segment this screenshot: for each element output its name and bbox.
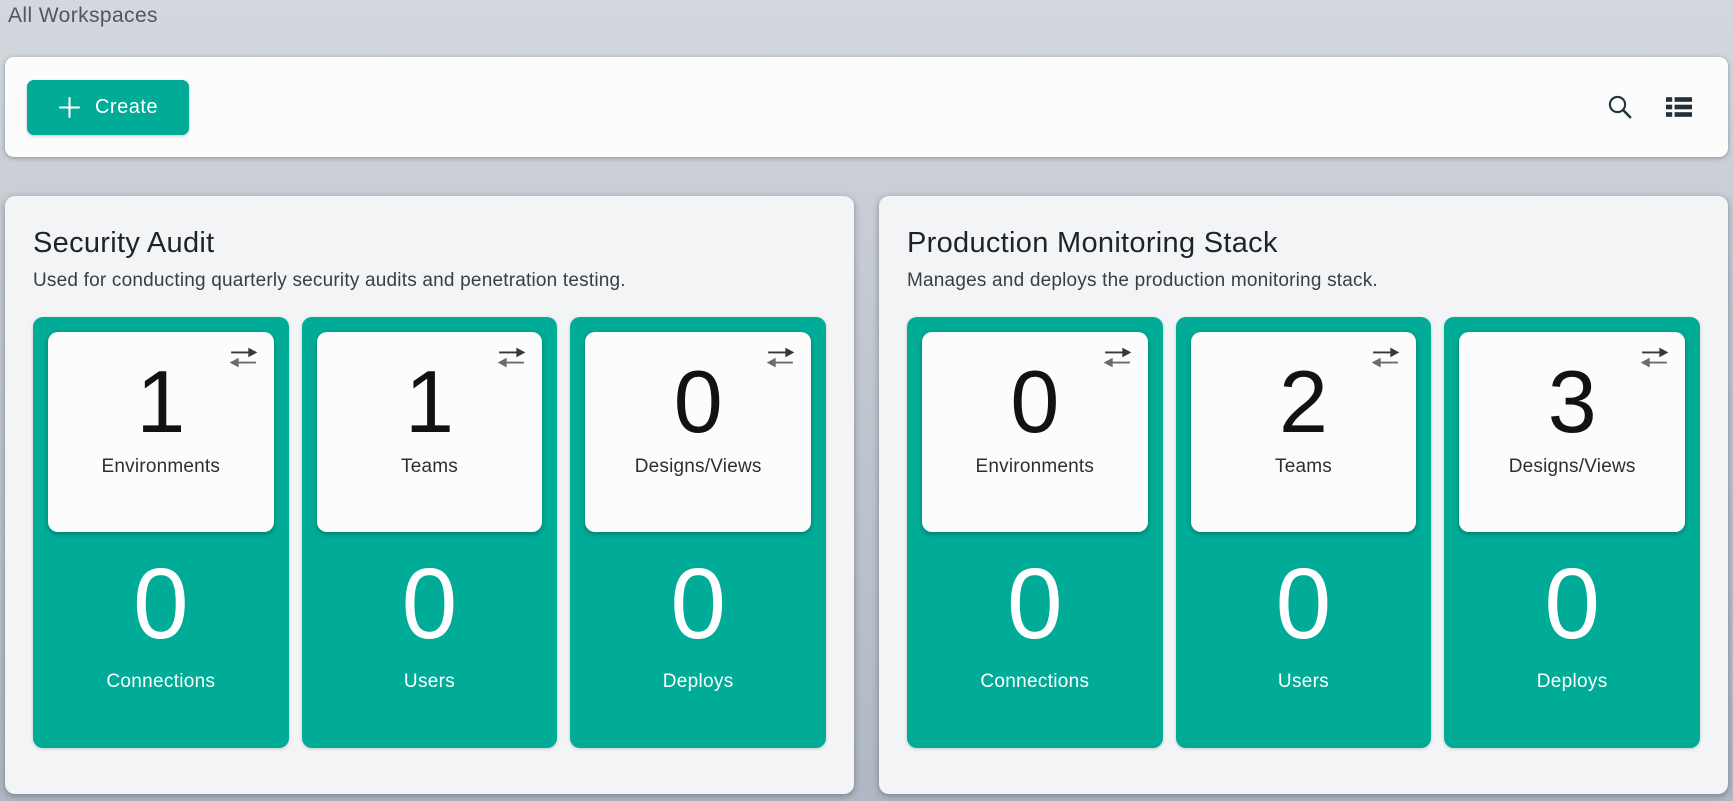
workspace-description: Manages and deploys the production monit… [907, 270, 1700, 293]
view-list-icon [1664, 95, 1694, 119]
stat-bottom-section: 0 Connections [48, 532, 274, 693]
stat-bottom-label: Deploys [1459, 671, 1685, 693]
stat-bottom-section: 0 Deploys [585, 532, 811, 693]
workspace-name: Production Monitoring Stack [907, 226, 1700, 261]
stat-top-value: 0 [585, 358, 811, 446]
stat-top-card[interactable]: 1 Environments [48, 332, 274, 532]
swap-horizontal-icon[interactable] [1641, 347, 1668, 368]
stat-column[interactable]: 1 Teams 0 Users [302, 317, 558, 748]
workspaces-page: All Workspaces Create [0, 0, 1733, 794]
swap-horizontal-icon[interactable] [1372, 347, 1399, 368]
stat-bottom-value: 0 [48, 554, 274, 654]
swap-horizontal-icon[interactable] [1104, 347, 1131, 368]
stat-bottom-section: 0 Users [317, 532, 543, 693]
stat-bottom-value: 0 [1191, 554, 1417, 654]
search-button[interactable] [1602, 89, 1638, 125]
stat-bottom-value: 0 [317, 554, 543, 654]
stat-top-value: 3 [1459, 358, 1685, 446]
swap-horizontal-icon[interactable] [767, 347, 794, 368]
stat-column[interactable]: 2 Teams 0 Users [1176, 317, 1432, 748]
stat-bottom-section: 0 Deploys [1459, 532, 1685, 693]
workspace-cards-row: Security Audit Used for conducting quart… [5, 196, 1728, 794]
stat-top-card[interactable]: 0 Environments [922, 332, 1148, 532]
stat-top-label: Teams [1191, 456, 1417, 478]
toolbar: Create [5, 57, 1728, 157]
stat-top-value: 1 [48, 358, 274, 446]
create-button-label: Create [95, 96, 158, 119]
create-button[interactable]: Create [27, 80, 189, 135]
stat-top-value: 0 [922, 358, 1148, 446]
stat-bottom-value: 0 [922, 554, 1148, 654]
stat-column[interactable]: 1 Environments 0 Connections [33, 317, 289, 748]
stat-top-label: Environments [922, 456, 1148, 478]
stat-bottom-value: 0 [585, 554, 811, 654]
stat-bottom-label: Connections [922, 671, 1148, 693]
stats-grid: 1 Environments 0 Connections 1 Teams [33, 317, 826, 748]
stat-bottom-label: Connections [48, 671, 274, 693]
page-title: All Workspaces [5, 3, 1728, 29]
workspace-name: Security Audit [33, 226, 826, 261]
stat-bottom-section: 0 Users [1191, 532, 1417, 693]
stat-bottom-label: Users [1191, 671, 1417, 693]
stat-top-card[interactable]: 2 Teams [1191, 332, 1417, 532]
stat-top-label: Environments [48, 456, 274, 478]
swap-horizontal-icon[interactable] [230, 347, 257, 368]
search-icon [1606, 93, 1634, 121]
stat-top-value: 2 [1191, 358, 1417, 446]
stat-top-label: Designs/Views [1459, 456, 1685, 478]
stat-column[interactable]: 3 Designs/Views 0 Deploys [1444, 317, 1700, 748]
stat-bottom-label: Users [317, 671, 543, 693]
stats-grid: 0 Environments 0 Connections 2 Teams [907, 317, 1700, 748]
stat-bottom-value: 0 [1459, 554, 1685, 654]
view-list-button[interactable] [1660, 91, 1698, 123]
workspace-card: Security Audit Used for conducting quart… [5, 196, 854, 794]
workspace-description: Used for conducting quarterly security a… [33, 270, 826, 293]
stat-top-label: Teams [317, 456, 543, 478]
stat-bottom-label: Deploys [585, 671, 811, 693]
stat-top-card[interactable]: 1 Teams [317, 332, 543, 532]
workspace-card: Production Monitoring Stack Manages and … [879, 196, 1728, 794]
stat-top-label: Designs/Views [585, 456, 811, 478]
stat-top-card[interactable]: 3 Designs/Views [1459, 332, 1685, 532]
stat-top-value: 1 [317, 358, 543, 446]
stat-column[interactable]: 0 Environments 0 Connections [907, 317, 1163, 748]
stat-column[interactable]: 0 Designs/Views 0 Deploys [570, 317, 826, 748]
swap-horizontal-icon[interactable] [498, 347, 525, 368]
stat-bottom-section: 0 Connections [922, 532, 1148, 693]
plus-icon [58, 96, 81, 119]
stat-top-card[interactable]: 0 Designs/Views [585, 332, 811, 532]
